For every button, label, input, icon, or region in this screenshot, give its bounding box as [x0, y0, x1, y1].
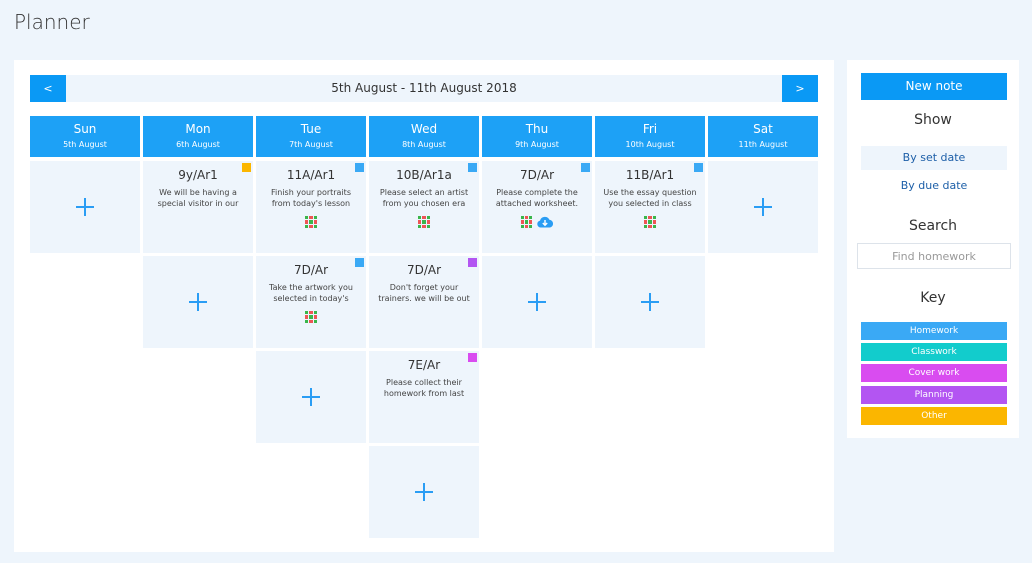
key-planning: Planning — [861, 386, 1007, 404]
plus-icon — [302, 388, 320, 406]
note-text: Take the artwork you selected in today's… — [269, 283, 353, 303]
search-heading: Search — [908, 218, 958, 234]
note-title: 11A/Ar1 — [286, 168, 336, 182]
week-navigator: < 5th August - 11th August 2018 > — [30, 75, 818, 102]
day-date: 10th August — [625, 140, 675, 149]
day-header-tue[interactable]: Tue 7th August — [256, 116, 366, 157]
plus-icon — [641, 293, 659, 311]
key-heading: Key — [920, 290, 946, 306]
add-note-cell-mon[interactable] — [143, 256, 253, 348]
plus-icon — [76, 198, 94, 216]
key-cover-work: Cover work — [861, 364, 1007, 382]
homework-marker-icon — [355, 258, 364, 267]
note-text: Please select an artist from you chosen … — [379, 188, 469, 208]
note-card-tue-2[interactable]: 7D/Ar Take the artwork you selected in t… — [256, 256, 366, 348]
add-note-cell-thu[interactable] — [482, 256, 592, 348]
show-heading: Show — [914, 112, 952, 128]
note-title: 7D/Ar — [519, 168, 555, 182]
day-name: Thu — [525, 122, 549, 136]
homework-marker-icon — [468, 163, 477, 172]
grid-icon — [418, 216, 430, 228]
note-card-mon-1[interactable]: 9y/Ar1 We will be having a special visit… — [143, 161, 253, 253]
day-date: 6th August — [176, 140, 220, 149]
day-header-wed[interactable]: Wed 8th August — [369, 116, 479, 157]
note-card-wed-2[interactable]: 7D/Ar Don't forget your trainers. we wil… — [369, 256, 479, 348]
grid-icon — [305, 311, 317, 323]
grid-icon — [520, 216, 533, 228]
add-note-cell-sun[interactable] — [30, 161, 140, 253]
filter-by-set-date[interactable]: By set date — [861, 146, 1007, 170]
day-name: Mon — [185, 122, 211, 136]
note-title: 7D/Ar — [406, 263, 442, 277]
day-header-sat[interactable]: Sat 11th August — [708, 116, 818, 157]
key-homework: Homework — [861, 322, 1007, 340]
add-note-cell-sat[interactable] — [708, 161, 818, 253]
note-card-fri-1[interactable]: 11B/Ar1 Use the essay question you selec… — [595, 161, 705, 253]
new-note-button[interactable]: New note — [861, 73, 1007, 100]
day-name: Sat — [753, 122, 773, 136]
plus-icon — [189, 293, 207, 311]
key-other: Other — [861, 407, 1007, 425]
plus-icon — [754, 198, 772, 216]
grid-icon — [644, 216, 656, 228]
add-note-cell-tue[interactable] — [256, 351, 366, 443]
note-title: 7D/Ar — [293, 263, 329, 277]
day-header-thu[interactable]: Thu 9th August — [482, 116, 592, 157]
day-header-mon[interactable]: Mon 6th August — [143, 116, 253, 157]
add-note-cell-fri[interactable] — [595, 256, 705, 348]
day-header-sun[interactable]: Sun 5th August — [30, 116, 140, 157]
note-text: Use the essay question you selected in c… — [603, 188, 697, 208]
note-title: 10B/Ar1a — [396, 168, 452, 182]
plus-icon — [415, 483, 433, 501]
sidebar: New note Show By set date By due date Se… — [847, 60, 1019, 438]
previous-week-button[interactable]: < — [30, 75, 66, 102]
page-title: Planner — [14, 10, 90, 34]
planning-marker-icon — [468, 258, 477, 267]
plus-icon — [528, 293, 546, 311]
day-date: 9th August — [515, 140, 559, 149]
note-card-wed-1[interactable]: 10B/Ar1a Please select an artist from yo… — [369, 161, 479, 253]
note-title: 7E/Ar — [407, 358, 441, 372]
cloud-download-icon[interactable] — [536, 216, 554, 228]
note-text: Please complete the attached worksheet. — [495, 188, 579, 208]
day-date: 5th August — [63, 140, 107, 149]
note-title: 9y/Ar1 — [178, 168, 218, 182]
filter-by-due-date[interactable]: By due date — [861, 174, 1007, 198]
day-date: 8th August — [402, 140, 446, 149]
note-card-wed-3[interactable]: 7E/Ar Please collect their homework from… — [369, 351, 479, 443]
homework-marker-icon — [581, 163, 590, 172]
add-note-cell-wed[interactable] — [369, 446, 479, 538]
note-text: Finish your portraits from today's lesso… — [271, 188, 351, 208]
day-name: Wed — [410, 122, 438, 136]
day-date: 11th August — [738, 140, 788, 149]
grid-icon — [305, 216, 317, 228]
note-text: Please collect their homework from last … — [383, 378, 465, 398]
note-card-thu-1[interactable]: 7D/Ar Please complete the attached works… — [482, 161, 592, 253]
search-input[interactable] — [857, 243, 1011, 269]
day-name: Sun — [73, 122, 97, 136]
day-date: 7th August — [289, 140, 333, 149]
note-title: 11B/Ar1 — [625, 168, 675, 182]
week-range-label: 5th August - 11th August 2018 — [331, 81, 517, 95]
day-name: Fri — [642, 122, 658, 136]
day-header-fri[interactable]: Fri 10th August — [595, 116, 705, 157]
homework-marker-icon — [694, 163, 703, 172]
note-text: Don't forget your trainers. we will be o… — [378, 283, 470, 303]
homework-marker-icon — [355, 163, 364, 172]
note-card-tue-1[interactable]: 11A/Ar1 Finish your portraits from today… — [256, 161, 366, 253]
cover-work-marker-icon — [468, 353, 477, 362]
calendar-panel: < 5th August - 11th August 2018 > Sun 5t… — [14, 60, 834, 552]
note-text: We will be having a special visitor in o… — [157, 188, 239, 208]
other-marker-icon — [242, 163, 251, 172]
day-name: Tue — [300, 122, 322, 136]
next-week-button[interactable]: > — [782, 75, 818, 102]
key-classwork: Classwork — [861, 343, 1007, 361]
